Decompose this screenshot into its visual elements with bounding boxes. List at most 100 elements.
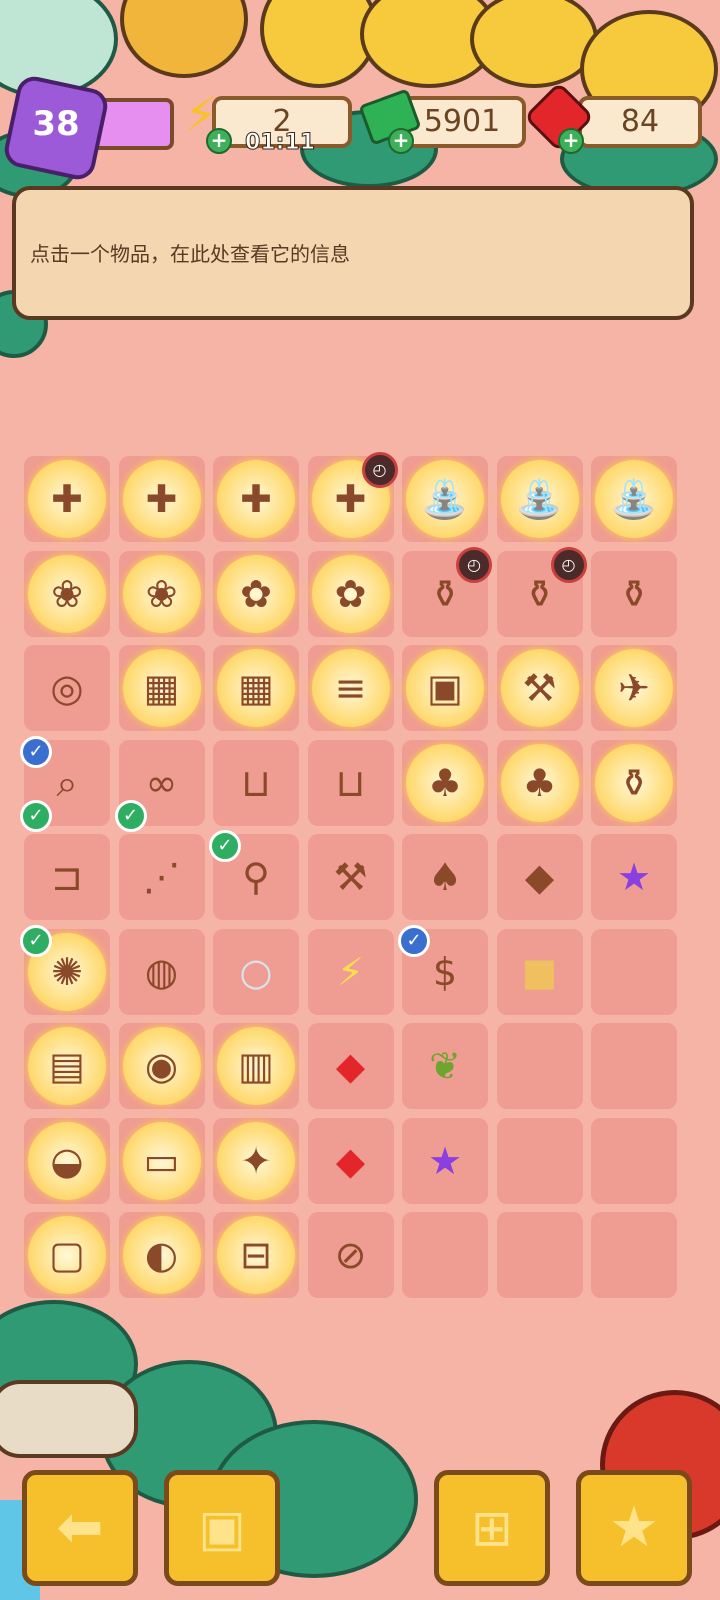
gold-coin-decor: [120, 0, 248, 78]
board-cell[interactable]: ◆: [307, 1023, 394, 1109]
pot-bubble-icon: ◉: [144, 1044, 179, 1088]
board-cell[interactable]: ✺ ✓: [20, 924, 110, 1015]
add-gems-icon[interactable]: +: [558, 128, 584, 154]
pipes-bubble-icon: ≡: [334, 666, 367, 710]
empty-board-cell[interactable]: [591, 1117, 677, 1204]
add-cash-icon[interactable]: +: [388, 128, 414, 154]
board-cell[interactable]: ✚ ◴: [307, 452, 398, 542]
board-cell[interactable]: ⚱: [591, 550, 677, 637]
timer-icon: ◴: [550, 546, 587, 583]
empty-board-cell[interactable]: [591, 1212, 677, 1298]
cart-bubble-icon: ⊟: [240, 1233, 272, 1277]
board-cell[interactable]: ⊔: [213, 739, 299, 826]
board-cell[interactable]: ◉: [118, 1023, 205, 1109]
backpack-button[interactable]: ▣: [164, 1470, 280, 1586]
board-cell[interactable]: ✈: [591, 645, 677, 731]
board-cell[interactable]: ◆: [496, 834, 583, 920]
board-cell[interactable]: ◍: [118, 928, 205, 1015]
purple-star-jelly-icon: ★: [616, 855, 652, 899]
board-cell[interactable]: ✦: [213, 1117, 299, 1204]
board-cell[interactable]: ≡: [307, 645, 394, 731]
board-cell[interactable]: ⚲ ✓: [209, 830, 299, 920]
board-cell[interactable]: ⚡: [307, 928, 394, 1015]
sell-basket-button[interactable]: ⊞: [434, 1470, 550, 1586]
add-energy-icon[interactable]: +: [206, 128, 232, 154]
board-cell[interactable]: ▢: [24, 1212, 110, 1298]
shovel-icon: ♠: [427, 855, 463, 899]
board-cell[interactable]: ✿: [213, 550, 299, 637]
back-button[interactable]: ⬅: [22, 1470, 138, 1586]
board-cell[interactable]: ⚒: [307, 834, 394, 920]
board-cell[interactable]: ❦: [402, 1023, 488, 1109]
board-cell[interactable]: ⛲: [496, 456, 583, 542]
board-cell[interactable]: ⛲: [591, 456, 677, 542]
board-cell[interactable]: ✚: [24, 456, 110, 542]
empty-board-cell[interactable]: [402, 1212, 488, 1298]
orders-button[interactable]: ★: [576, 1470, 692, 1586]
empty-board-cell[interactable]: [591, 928, 677, 1015]
empty-board-cell[interactable]: [591, 1023, 677, 1109]
board-cell[interactable]: ▦: [213, 645, 299, 731]
board-cell[interactable]: ▥: [213, 1023, 299, 1109]
board-cell[interactable]: ○: [213, 928, 299, 1015]
board-cell[interactable]: ▤: [24, 1023, 110, 1109]
board-cell[interactable]: ✚: [213, 456, 299, 542]
board-cell[interactable]: ◐: [118, 1212, 205, 1298]
backpack-icon: ▣: [198, 1499, 246, 1557]
board-cell[interactable]: ★: [591, 834, 677, 920]
board-cell[interactable]: ⌕ ✓ ✓: [20, 735, 110, 832]
board-cell[interactable]: ⋰: [118, 834, 205, 920]
board-cell[interactable]: ❀: [118, 550, 205, 637]
checkmark-icon: ✓: [209, 830, 241, 862]
clipboard-star-icon: ★: [608, 1495, 660, 1560]
board-cell[interactable]: ▭: [118, 1117, 205, 1204]
plant-pot-bubble-icon: ❀: [51, 571, 83, 616]
board-cell[interactable]: ⚱: [591, 739, 677, 826]
board-cell[interactable]: ⊟: [213, 1212, 299, 1298]
medkit-bubble-icon: ✚: [51, 477, 83, 521]
board-cell[interactable]: ⚱ ◴: [402, 546, 492, 637]
checkmark-icon: ✓: [20, 924, 52, 957]
medkit-bubble-icon: ✚: [240, 477, 272, 521]
board-cell[interactable]: ▣: [402, 645, 488, 731]
board-cell[interactable]: ⛲: [402, 456, 488, 542]
board-cell[interactable]: ⊘: [307, 1212, 394, 1298]
board-cell[interactable]: ♣: [496, 739, 583, 826]
coin-bag-bubble-icon: ♣: [522, 760, 557, 805]
board-cell[interactable]: ❀: [24, 550, 110, 637]
empty-board-cell[interactable]: [496, 1212, 583, 1298]
medkit-bubble-icon: ✚: [145, 477, 178, 521]
board-cell[interactable]: ⚒: [496, 645, 583, 731]
board-cell[interactable]: ◒: [24, 1117, 110, 1204]
board-cell[interactable]: ◆: [307, 1117, 394, 1204]
plant-pot-bubble-icon: ❀: [145, 571, 178, 616]
tools-bubble-icon: ⚒: [522, 666, 557, 710]
board-cell[interactable]: ♣: [402, 739, 488, 826]
gem-counter[interactable]: 84: [578, 96, 702, 148]
toy-bubble-icon: ✦: [240, 1138, 272, 1183]
board-cell[interactable]: $ ✓: [398, 924, 488, 1015]
empty-board-cell[interactable]: [496, 1023, 583, 1109]
crate-bubble-icon: ▦: [238, 666, 274, 710]
board-cell[interactable]: ▦: [118, 645, 205, 731]
jar-bubble-icon: ⚱: [618, 760, 650, 805]
empty-board-cell[interactable]: [496, 1117, 583, 1204]
box-bubble-icon: ▣: [427, 666, 463, 710]
lamp-base-icon: ◍: [144, 949, 179, 994]
board-cell[interactable]: ■: [496, 928, 583, 1015]
board-cell[interactable]: ♠: [402, 834, 488, 920]
board-cell[interactable]: ◎: [24, 645, 110, 731]
board-cell[interactable]: ⚱ ◴: [496, 546, 587, 637]
helicopter-bubble-icon: ✈: [618, 666, 650, 710]
saw-icon: ⋰: [142, 855, 181, 899]
board-cell[interactable]: ✿: [307, 550, 394, 637]
purple-star-icon: ★: [427, 1138, 463, 1183]
board-cell[interactable]: ⊐: [24, 834, 110, 920]
timer-icon: ◴: [361, 452, 398, 488]
flower-basket-bubble-icon: ✿: [334, 571, 367, 616]
pool-bubble-icon: ▭: [143, 1138, 180, 1183]
board-cell[interactable]: ⊔: [307, 739, 394, 826]
board-cell[interactable]: ✚: [118, 456, 205, 542]
board-cell[interactable]: ★: [402, 1117, 488, 1204]
board-cell[interactable]: ∞ ✓: [114, 739, 205, 832]
